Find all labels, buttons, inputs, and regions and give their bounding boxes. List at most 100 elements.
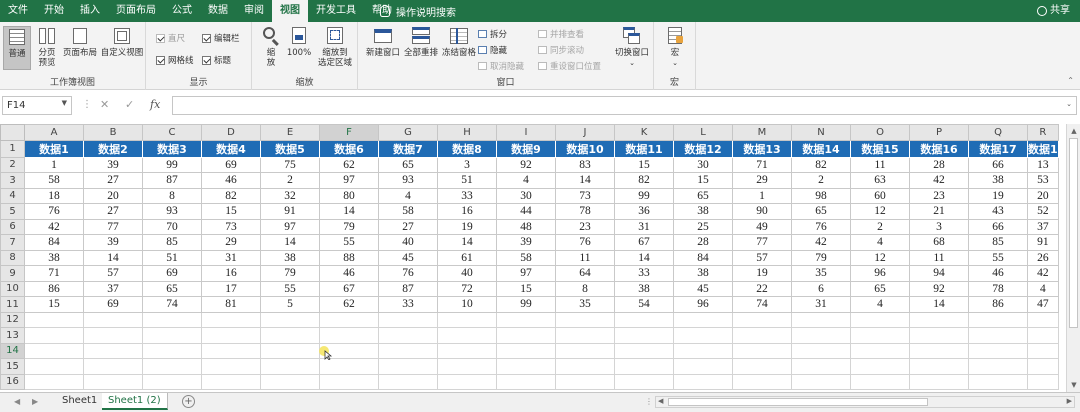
data-cell[interactable]: 38 [24, 249, 84, 266]
data-cell[interactable]: 42 [791, 234, 851, 251]
data-cell[interactable]: 82 [791, 156, 851, 173]
data-cell[interactable]: 99 [142, 156, 202, 173]
vertical-scroll-thumb[interactable] [1069, 138, 1078, 328]
data-cell[interactable]: 19 [968, 187, 1028, 204]
data-cell[interactable]: 85 [968, 234, 1028, 251]
enter-icon[interactable]: ✓ [125, 98, 134, 111]
data-cell[interactable]: 79 [319, 218, 379, 235]
empty-cell[interactable] [24, 373, 84, 390]
row-header[interactable]: 10 [0, 280, 25, 297]
data-cell[interactable]: 42 [909, 172, 969, 189]
row-header[interactable]: 12 [0, 311, 25, 328]
data-cell[interactable]: 48 [496, 218, 556, 235]
data-cell[interactable]: 37 [1027, 218, 1059, 235]
empty-cell[interactable] [83, 311, 143, 328]
empty-cell[interactable] [142, 327, 202, 344]
data-cell[interactable]: 4 [378, 187, 438, 204]
empty-cell[interactable] [260, 327, 320, 344]
empty-cell[interactable] [968, 311, 1028, 328]
row-header[interactable]: 3 [0, 172, 25, 189]
data-cell[interactable]: 62 [319, 296, 379, 313]
empty-cell[interactable] [201, 373, 261, 390]
data-cell[interactable]: 27 [83, 203, 143, 220]
insert-function-icon[interactable]: fx [150, 98, 160, 111]
data-cell[interactable]: 58 [496, 249, 556, 266]
empty-cell[interactable] [1027, 327, 1059, 344]
empty-cell[interactable] [201, 327, 261, 344]
data-cell[interactable]: 3 [909, 218, 969, 235]
header-cell[interactable]: 数据13 [732, 139, 792, 158]
sheet-tab-sheet1[interactable]: Sheet1 [56, 393, 105, 410]
data-cell[interactable]: 47 [1027, 296, 1059, 313]
data-cell[interactable]: 68 [909, 234, 969, 251]
empty-cell[interactable] [260, 342, 320, 359]
empty-cell[interactable] [909, 342, 969, 359]
data-cell[interactable]: 75 [260, 156, 320, 173]
data-cell[interactable]: 8 [142, 187, 202, 204]
data-cell[interactable]: 20 [1027, 187, 1059, 204]
data-cell[interactable]: 38 [673, 203, 733, 220]
data-cell[interactable]: 33 [378, 296, 438, 313]
empty-cell[interactable] [968, 327, 1028, 344]
data-cell[interactable]: 74 [732, 296, 792, 313]
data-cell[interactable]: 32 [260, 187, 320, 204]
empty-cell[interactable] [909, 373, 969, 390]
empty-cell[interactable] [850, 327, 910, 344]
data-cell[interactable]: 11 [555, 249, 615, 266]
data-cell[interactable]: 30 [496, 187, 556, 204]
data-cell[interactable]: 76 [791, 218, 851, 235]
empty-cell[interactable] [83, 373, 143, 390]
data-cell[interactable]: 17 [201, 280, 261, 297]
data-cell[interactable]: 18 [24, 187, 84, 204]
data-cell[interactable]: 65 [142, 280, 202, 297]
data-cell[interactable]: 79 [791, 249, 851, 266]
column-header-e[interactable]: E [260, 124, 320, 141]
menu-tab-3[interactable]: 页面布局 [108, 0, 164, 22]
empty-cell[interactable] [850, 358, 910, 375]
data-cell[interactable]: 4 [850, 296, 910, 313]
data-cell[interactable]: 14 [319, 203, 379, 220]
data-cell[interactable]: 52 [1027, 203, 1059, 220]
data-cell[interactable]: 43 [968, 203, 1028, 220]
header-cell[interactable]: 数据3 [142, 139, 202, 158]
empty-cell[interactable] [24, 327, 84, 344]
data-cell[interactable]: 61 [437, 249, 497, 266]
data-cell[interactable]: 76 [555, 234, 615, 251]
data-cell[interactable]: 90 [732, 203, 792, 220]
empty-cell[interactable] [673, 327, 733, 344]
data-cell[interactable]: 23 [909, 187, 969, 204]
header-cell[interactable]: 数据16 [909, 139, 969, 158]
empty-cell[interactable] [1027, 342, 1059, 359]
tab-splitter-icon[interactable]: ⋮ [645, 397, 653, 406]
data-cell[interactable]: 27 [83, 172, 143, 189]
row-header[interactable]: 5 [0, 203, 25, 220]
header-cell[interactable]: 数据10 [555, 139, 615, 158]
empty-cell[interactable] [496, 373, 556, 390]
data-cell[interactable]: 53 [1027, 172, 1059, 189]
header-cell[interactable]: 数据4 [201, 139, 261, 158]
data-cell[interactable]: 6 [791, 280, 851, 297]
data-cell[interactable]: 91 [260, 203, 320, 220]
data-cell[interactable]: 71 [732, 156, 792, 173]
data-cell[interactable]: 45 [378, 249, 438, 266]
data-cell[interactable]: 69 [142, 265, 202, 282]
data-cell[interactable]: 49 [732, 218, 792, 235]
column-header-b[interactable]: B [83, 124, 143, 141]
data-cell[interactable]: 31 [791, 296, 851, 313]
data-cell[interactable]: 46 [968, 265, 1028, 282]
empty-cell[interactable] [614, 358, 674, 375]
data-cell[interactable]: 35 [555, 296, 615, 313]
menu-tab-0[interactable]: 文件 [0, 0, 36, 22]
data-cell[interactable]: 22 [732, 280, 792, 297]
data-cell[interactable]: 3 [437, 156, 497, 173]
data-cell[interactable]: 82 [614, 172, 674, 189]
data-cell[interactable]: 66 [968, 156, 1028, 173]
data-cell[interactable]: 69 [201, 156, 261, 173]
column-header-p[interactable]: P [909, 124, 969, 141]
data-cell[interactable]: 10 [437, 296, 497, 313]
data-cell[interactable]: 30 [673, 156, 733, 173]
data-cell[interactable]: 13 [1027, 156, 1059, 173]
empty-cell[interactable] [791, 311, 851, 328]
empty-cell[interactable] [968, 373, 1028, 390]
horizontal-scroll-thumb[interactable] [668, 398, 928, 406]
